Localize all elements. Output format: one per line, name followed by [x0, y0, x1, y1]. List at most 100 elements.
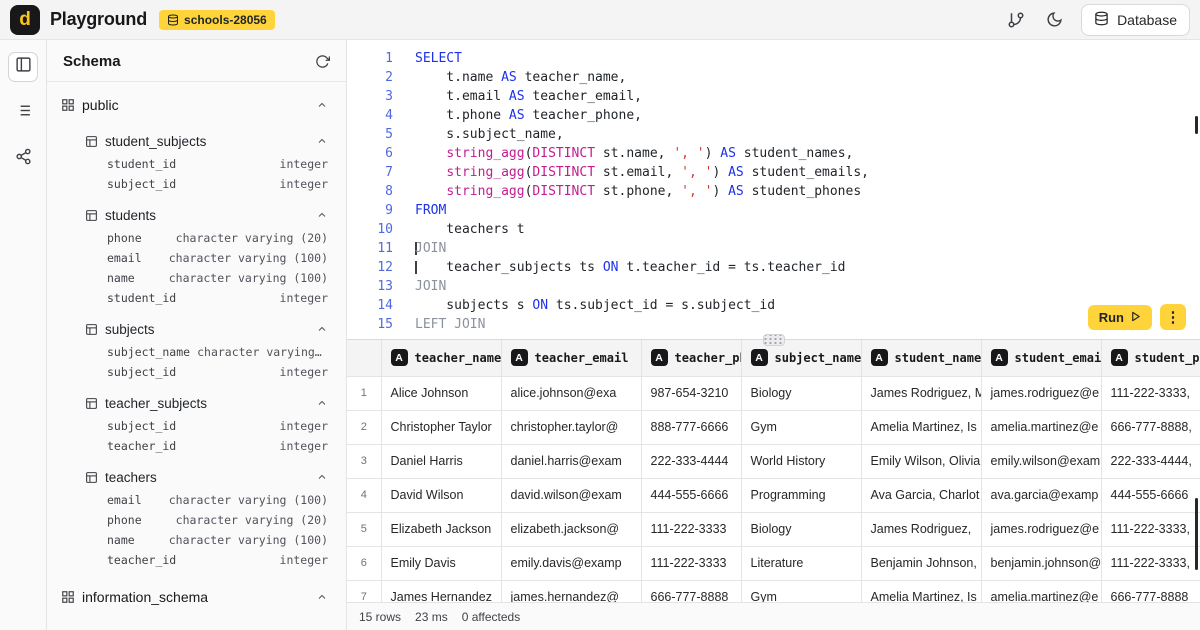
list-view-button[interactable]	[8, 98, 38, 128]
table-item-teachers[interactable]: teachers	[47, 464, 346, 490]
table-cell: World History	[741, 444, 861, 478]
table-cell: amelia.martinez@e	[981, 580, 1101, 602]
column-header-teacher_email[interactable]: Ateacher_email	[501, 340, 641, 376]
table-cell: Amelia Martinez, Is	[861, 410, 981, 444]
refresh-icon[interactable]	[315, 54, 330, 69]
theme-toggle-moon-icon[interactable]	[1043, 9, 1065, 31]
table-cell: daniel.harris@exam	[501, 444, 641, 478]
table-cell: amelia.martinez@e	[981, 410, 1101, 444]
code-text: subjects s ON ts.subject_id = s.subject_…	[415, 296, 775, 315]
app-window: d Playground schools-28056 Database Sche…	[0, 0, 1200, 630]
table-row[interactable]: 5Elizabeth Jacksonelizabeth.jackson@111-…	[347, 512, 1200, 546]
database-badge[interactable]: schools-28056	[159, 10, 275, 30]
relations-view-button[interactable]	[8, 144, 38, 174]
table-cell: 111-222-3333,	[1101, 376, 1200, 410]
table-cell: James Rodriguez, M	[861, 376, 981, 410]
table-cell: 888-777-6666	[641, 410, 741, 444]
column-header-subject_name[interactable]: Asubject_name	[741, 340, 861, 376]
schema-item-information_schema[interactable]: information_schema	[47, 582, 346, 612]
status-bar: 15 rows 23 ms 0 affecteds	[347, 602, 1200, 630]
more-options-button[interactable]: ⋮	[1160, 304, 1186, 330]
schema-item-public[interactable]: public	[47, 90, 346, 120]
table-item-subjects[interactable]: subjects	[47, 316, 346, 342]
table-icon	[85, 397, 98, 410]
results-body: 1Alice Johnsonalice.johnson@exa987-654-3…	[347, 376, 1200, 602]
column-header-student_names[interactable]: Astudent_names	[861, 340, 981, 376]
editor-actions: Run ⋮	[1088, 304, 1186, 330]
table-cell: Alice Johnson	[381, 376, 501, 410]
column-type: integer	[280, 291, 328, 305]
table-row[interactable]: 6Emily Davisemily.davis@examp111-222-333…	[347, 546, 1200, 580]
chevron-up-icon	[316, 397, 328, 409]
code-text: string_agg(DISTINCT st.email, ', ') AS s…	[415, 163, 869, 182]
table-cell: emily.wilson@exam	[981, 444, 1101, 478]
editor-scrollbar-thumb[interactable]	[1195, 116, 1198, 134]
logo-letter: d	[19, 9, 31, 31]
column-header-student_phones[interactable]: Astudent_phones	[1101, 340, 1200, 376]
line-number: 11	[347, 239, 393, 258]
table-item-students[interactable]: students	[47, 202, 346, 228]
editor-line: 8 string_agg(DISTINCT st.phone, ', ') AS…	[347, 182, 1200, 201]
column-type: integer	[280, 439, 328, 453]
editor-line: 2 t.name AS teacher_name,	[347, 68, 1200, 87]
schema-panel-button[interactable]	[8, 52, 38, 82]
table-row[interactable]: 1Alice Johnsonalice.johnson@exa987-654-3…	[347, 376, 1200, 410]
table-cell: Elizabeth Jackson	[381, 512, 501, 546]
column-header-student_emails[interactable]: Astudent_emails	[981, 340, 1101, 376]
table-cell: Emily Davis	[381, 546, 501, 580]
table-icon	[85, 135, 98, 148]
table-cell: Ava Garcia, Charlot	[861, 478, 981, 512]
app-logo[interactable]: d	[10, 5, 40, 35]
column-type: character varying (20)	[176, 231, 328, 245]
table-cell: 666-777-8888,	[1101, 410, 1200, 444]
column-item: phonecharacter varying (20)	[47, 510, 346, 530]
table-cell: benjamin.johnson@	[981, 546, 1101, 580]
table-item-teacher_subjects[interactable]: teacher_subjects	[47, 390, 346, 416]
column-type: character varying (100)	[169, 271, 328, 285]
editor-line: 14 subjects s ON ts.subject_id = s.subje…	[347, 296, 1200, 315]
column-name: student_id	[107, 157, 176, 171]
kebab-menu-icon: ⋮	[1166, 308, 1181, 326]
column-header-label: teacher_name	[415, 351, 502, 365]
column-name: name	[107, 533, 135, 547]
editor-line: 3 t.email AS teacher_email,	[347, 87, 1200, 106]
table-cell: david.wilson@exam	[501, 478, 641, 512]
run-button[interactable]: Run	[1088, 305, 1152, 330]
column-name: subject_id	[107, 177, 176, 191]
table-cell: 111-222-3333,	[1101, 512, 1200, 546]
results-scrollbar-thumb[interactable]	[1195, 498, 1198, 570]
row-number: 2	[347, 410, 381, 444]
table-row[interactable]: 2Christopher Taylorchristopher.taylor@88…	[347, 410, 1200, 444]
table-icon	[85, 209, 98, 222]
column-name: subject_id	[107, 419, 176, 433]
table-row[interactable]: 3Daniel Harrisdaniel.harris@exam222-333-…	[347, 444, 1200, 478]
table-cell: 666-777-8888	[1101, 580, 1200, 602]
column-type: character varying (100)	[197, 345, 328, 359]
table-item-student_subjects[interactable]: student_subjects	[47, 128, 346, 154]
line-number: 5	[347, 125, 393, 144]
table-cell: christopher.taylor@	[501, 410, 641, 444]
row-number: 6	[347, 546, 381, 580]
table-cell: Programming	[741, 478, 861, 512]
column-type: integer	[280, 177, 328, 191]
chevron-up-icon	[316, 471, 328, 483]
column-header-teacher_name[interactable]: Ateacher_name	[381, 340, 501, 376]
text-type-icon: A	[751, 349, 768, 366]
pane-resize-handle[interactable]	[763, 334, 785, 346]
line-number: 8	[347, 182, 393, 201]
column-name: subject_name	[107, 345, 190, 359]
column-item: emailcharacter varying (100)	[47, 248, 346, 268]
database-button[interactable]: Database	[1081, 4, 1190, 36]
sql-editor[interactable]: 1SELECT2 t.name AS teacher_name,3 t.emai…	[347, 40, 1200, 340]
schema-tree: publicstudent_subjectsstudent_idintegers…	[47, 82, 346, 630]
line-number: 12	[347, 258, 393, 277]
schema-icon	[61, 590, 75, 604]
table-row[interactable]: 4David Wilsondavid.wilson@exam444-555-66…	[347, 478, 1200, 512]
column-item: student_idinteger	[47, 288, 346, 308]
line-number: 14	[347, 296, 393, 315]
chevron-up-icon	[316, 135, 328, 147]
github-icon[interactable]	[1005, 9, 1027, 31]
table-row[interactable]: 7James Hernandezjames.hernandez@666-777-…	[347, 580, 1200, 602]
sidebar-title: Schema	[63, 53, 121, 70]
column-header-teacher_phone[interactable]: Ateacher_phone	[641, 340, 741, 376]
